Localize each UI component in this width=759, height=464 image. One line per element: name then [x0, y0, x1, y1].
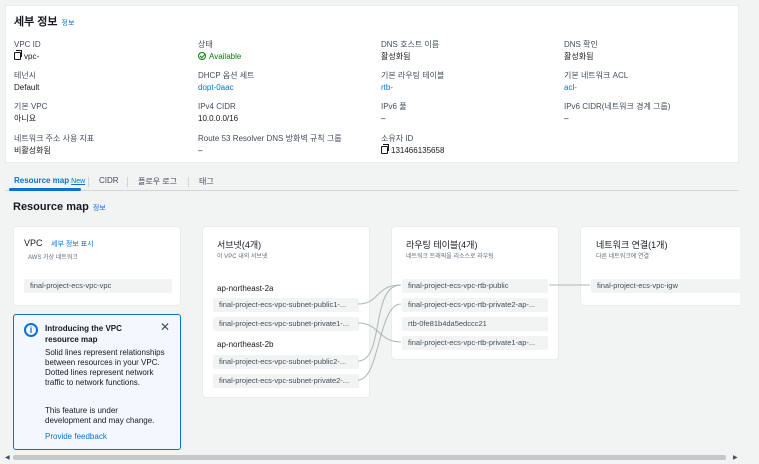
connector-line [357, 284, 402, 362]
connector-lines [357, 284, 590, 381]
connector-line [357, 284, 402, 305]
scroll-left-icon[interactable]: ◀ [5, 454, 10, 461]
horizontal-scrollbar[interactable]: ◀ ▶ [5, 453, 742, 461]
scrollbar-thumb[interactable] [13, 455, 726, 460]
scroll-right-icon[interactable]: ▶ [733, 454, 738, 461]
